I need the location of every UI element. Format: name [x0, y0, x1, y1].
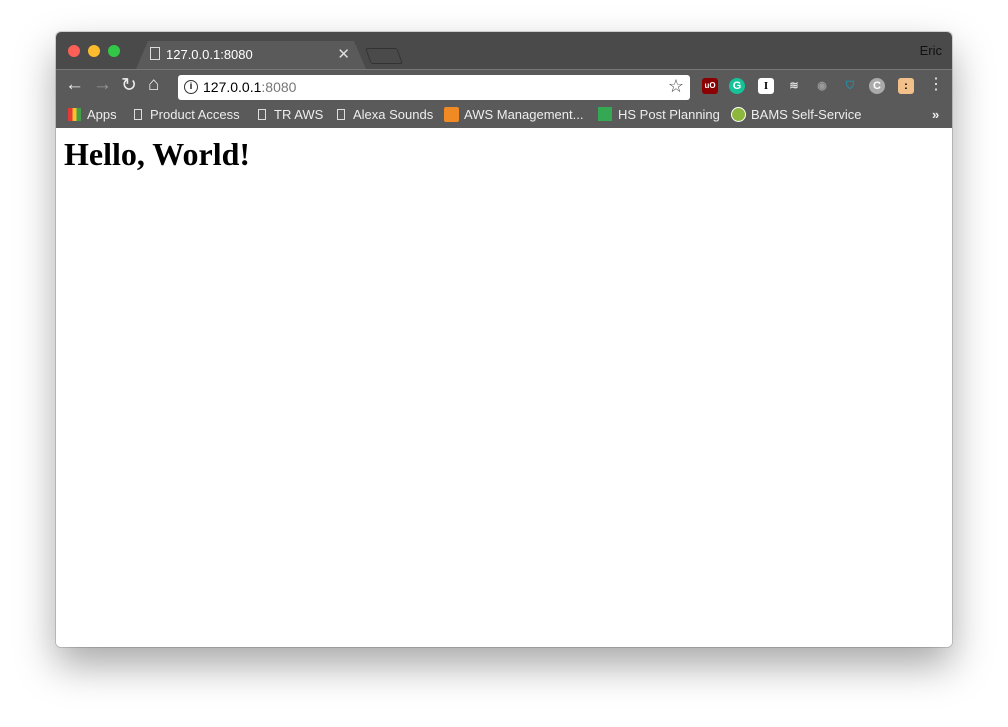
close-window-button[interactable]	[68, 45, 80, 57]
bookmark-aws-management[interactable]: AWS Management...	[444, 107, 583, 122]
aws-cube-icon	[444, 107, 459, 122]
info-icon[interactable]: i	[184, 80, 198, 94]
bookmark-product-access[interactable]: Product Access	[134, 107, 240, 122]
minimize-window-button[interactable]	[88, 45, 100, 57]
tab-title: 127.0.0.1:8080	[166, 47, 253, 62]
page-icon	[337, 109, 345, 120]
url-port: :8080	[261, 79, 297, 95]
maximize-window-button[interactable]	[108, 45, 120, 57]
new-tab-button[interactable]	[365, 48, 403, 64]
sheets-icon	[598, 107, 612, 121]
bookmark-star-icon[interactable]: ☆	[668, 76, 684, 97]
shield-icon[interactable]: ⛉	[842, 78, 858, 94]
bookmark-tr-aws[interactable]: TR AWS	[258, 107, 323, 122]
ublock-origin-icon[interactable]: uO	[702, 78, 718, 94]
menu-icon[interactable]: ⋮	[928, 74, 944, 94]
address-bar[interactable]: i 127.0.0.1:8080 ☆	[178, 75, 690, 100]
reload-icon[interactable]: ↻	[121, 74, 137, 97]
page-icon	[150, 47, 160, 60]
close-tab-icon[interactable]: ✕	[337, 45, 350, 63]
browser-window: 127.0.0.1:8080 ✕ Eric ← → ↻ ⌂ i 127.0.0.…	[56, 32, 952, 647]
c-icon[interactable]: C	[869, 78, 885, 94]
toolbar: ← → ↻ ⌂ i 127.0.0.1:8080 ☆ uO G I ≋ ◉ ⛉ …	[56, 69, 952, 101]
page-content: Hello, World!	[56, 128, 952, 647]
page-icon	[258, 109, 266, 120]
bookmark-alexa-sounds[interactable]: Alexa Sounds	[337, 107, 433, 122]
more-bookmarks-icon[interactable]: »	[932, 107, 939, 122]
profile-name[interactable]: Eric	[920, 43, 942, 58]
title-bar: 127.0.0.1:8080 ✕ Eric	[56, 32, 952, 69]
bookmark-bams-self-service[interactable]: BAMS Self-Service	[731, 107, 862, 122]
bookmarks-bar: Apps Product Access TR AWS Alexa Sounds …	[56, 101, 952, 128]
bams-icon	[731, 107, 746, 122]
forward-icon[interactable]: →	[93, 74, 112, 96]
stack-icon[interactable]: ≋	[786, 78, 802, 94]
grammarly-icon[interactable]: G	[729, 78, 745, 94]
tab-active[interactable]: 127.0.0.1:8080 ✕	[136, 41, 366, 69]
bookmark-hs-post-planning[interactable]: HS Post Planning	[598, 107, 720, 122]
url-host: 127.0.0.1	[203, 79, 262, 95]
page-heading: Hello, World!	[64, 136, 251, 172]
instapaper-icon[interactable]: I	[758, 78, 774, 94]
home-icon[interactable]: ⌂	[148, 74, 159, 96]
back-icon[interactable]: ←	[65, 74, 84, 96]
apps-grid-icon	[68, 108, 81, 121]
camera-icon[interactable]: ◉	[814, 78, 830, 94]
page-icon	[134, 109, 142, 120]
face-icon[interactable]: :	[898, 78, 914, 94]
bookmark-apps[interactable]: Apps	[68, 107, 117, 122]
